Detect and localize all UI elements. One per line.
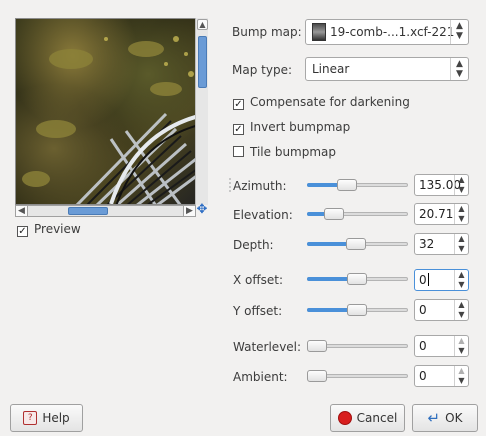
x-offset-slider-handle[interactable] (347, 273, 367, 285)
tile-checkbox[interactable] (233, 146, 244, 157)
cancel-button[interactable]: Cancel (330, 404, 405, 432)
increment-icon[interactable]: ▲ (455, 300, 468, 310)
tile-checkbox-row[interactable]: Tile bumpmap (233, 145, 336, 159)
bump-map-select[interactable]: 19-comb-...1.xcf-221 ▲ ▼ (305, 19, 469, 45)
waterlevel-label: Waterlevel: (233, 340, 302, 354)
azimuth-slider-handle[interactable] (337, 179, 357, 191)
help-button-label: Help (42, 411, 70, 425)
preview-horizontal-scrollbar[interactable]: ◀ ▶ (15, 205, 196, 217)
increment-icon[interactable]: ▲ (455, 175, 468, 185)
depth-slider-handle[interactable] (346, 238, 366, 250)
preview-checkbox-row[interactable]: ✓ Preview (17, 222, 81, 237)
waterlevel-slider-handle[interactable] (307, 340, 327, 352)
help-button[interactable]: ? Help (10, 404, 83, 432)
preview-checkbox[interactable]: ✓ (17, 226, 28, 237)
ok-button[interactable]: ↵ OK (412, 404, 478, 432)
ambient-label: Ambient: (233, 370, 288, 384)
x-offset-label: X offset: (233, 273, 284, 287)
ok-button-label: OK (445, 411, 463, 425)
preview-vertical-scrollbar[interactable]: ▲ (195, 18, 208, 205)
depth-label: Depth: (233, 238, 274, 252)
elevation-slider[interactable] (307, 208, 408, 220)
preview-label: Preview (34, 222, 81, 236)
increment-icon[interactable]: ▲ (455, 366, 468, 376)
y-offset-value: 0 (419, 303, 427, 317)
y-offset-spinbox[interactable]: 0 ▲ ▼ (414, 299, 469, 321)
compensate-label: Compensate for darkening (250, 95, 410, 109)
depth-value: 32 (419, 237, 435, 251)
ok-icon: ↵ (427, 409, 441, 427)
tile-label: Tile bumpmap (250, 145, 337, 159)
increment-icon[interactable]: ▲ (455, 234, 468, 244)
depth-slider[interactable] (307, 238, 408, 250)
decrement-icon[interactable]: ▼ (455, 244, 468, 254)
image-thumbnail-icon (312, 23, 326, 41)
cancel-icon (337, 411, 352, 425)
ambient-value: 0 (419, 369, 427, 383)
ambient-slider-handle[interactable] (307, 370, 327, 382)
depth-spinbox[interactable]: 32 ▲ ▼ (414, 233, 469, 255)
y-offset-slider[interactable] (307, 304, 408, 316)
increment-icon[interactable]: ▲ (455, 270, 468, 280)
scroll-left-icon[interactable]: ◀ (16, 206, 28, 216)
azimuth-label: Azimuth: (233, 179, 287, 193)
ambient-spinbox[interactable]: 0 ▲ ▼ (414, 365, 469, 387)
decrement-icon[interactable]: ▼ (455, 310, 468, 320)
x-offset-spinbox[interactable]: 0 ▲ ▼ (414, 269, 469, 291)
text-cursor (427, 273, 429, 286)
elevation-value: 20.71 (419, 207, 454, 221)
increment-icon[interactable]: ▲ (455, 204, 468, 214)
waterlevel-spinbox[interactable]: 0 ▲ ▼ (414, 335, 469, 357)
invert-checkbox[interactable]: ✓ (233, 124, 244, 135)
increment-icon[interactable]: ▲ (455, 336, 468, 346)
preview-image[interactable] (15, 18, 206, 205)
map-type-value: Linear (312, 62, 350, 76)
decrement-icon[interactable]: ▼ (455, 185, 468, 195)
decrement-icon[interactable]: ▼ (455, 376, 468, 386)
compensate-checkbox[interactable]: ✓ (233, 99, 244, 110)
decrement-icon[interactable]: ▼ (455, 280, 468, 290)
vertical-scroll-thumb[interactable] (198, 36, 207, 88)
horizontal-scroll-thumb[interactable] (68, 207, 108, 215)
invert-checkbox-row[interactable]: ✓ Invert bumpmap (233, 120, 350, 135)
ambient-slider[interactable] (307, 370, 408, 382)
scroll-right-icon[interactable]: ▶ (183, 206, 195, 216)
invert-label: Invert bumpmap (250, 120, 351, 134)
help-icon: ? (23, 411, 38, 425)
x-offset-value: 0 (419, 273, 427, 287)
scroll-up-icon[interactable]: ▲ (197, 19, 208, 30)
cancel-button-label: Cancel (356, 411, 398, 425)
bump-map-value: 19-comb-...1.xcf-221 (330, 25, 455, 39)
compensate-checkbox-row[interactable]: ✓ Compensate for darkening (233, 95, 410, 110)
elevation-spinbox[interactable]: 20.71 ▲ ▼ (414, 203, 469, 225)
elevation-slider-handle[interactable] (324, 208, 344, 220)
elevation-label: Elevation: (233, 208, 293, 222)
y-offset-slider-handle[interactable] (347, 304, 367, 316)
azimuth-slider[interactable] (307, 179, 408, 191)
decrement-icon[interactable]: ▼ (455, 346, 468, 356)
chevron-updown-icon: ▲ ▼ (450, 58, 468, 80)
y-offset-label: Y offset: (233, 304, 283, 318)
x-offset-slider[interactable] (307, 273, 408, 285)
navigate-icon[interactable]: ✥ (196, 203, 208, 216)
decrement-icon[interactable]: ▼ (455, 214, 468, 224)
waterlevel-value: 0 (419, 339, 427, 353)
map-type-label: Map type: (232, 63, 292, 77)
map-type-select[interactable]: Linear ▲ ▼ (305, 57, 469, 81)
azimuth-spinbox[interactable]: 135.00 ▲ ▼ (414, 174, 469, 196)
bump-map-label: Bump map: (232, 25, 302, 39)
waterlevel-slider[interactable] (307, 340, 408, 352)
chevron-updown-icon: ▲ ▼ (450, 20, 468, 44)
separator (229, 178, 232, 192)
